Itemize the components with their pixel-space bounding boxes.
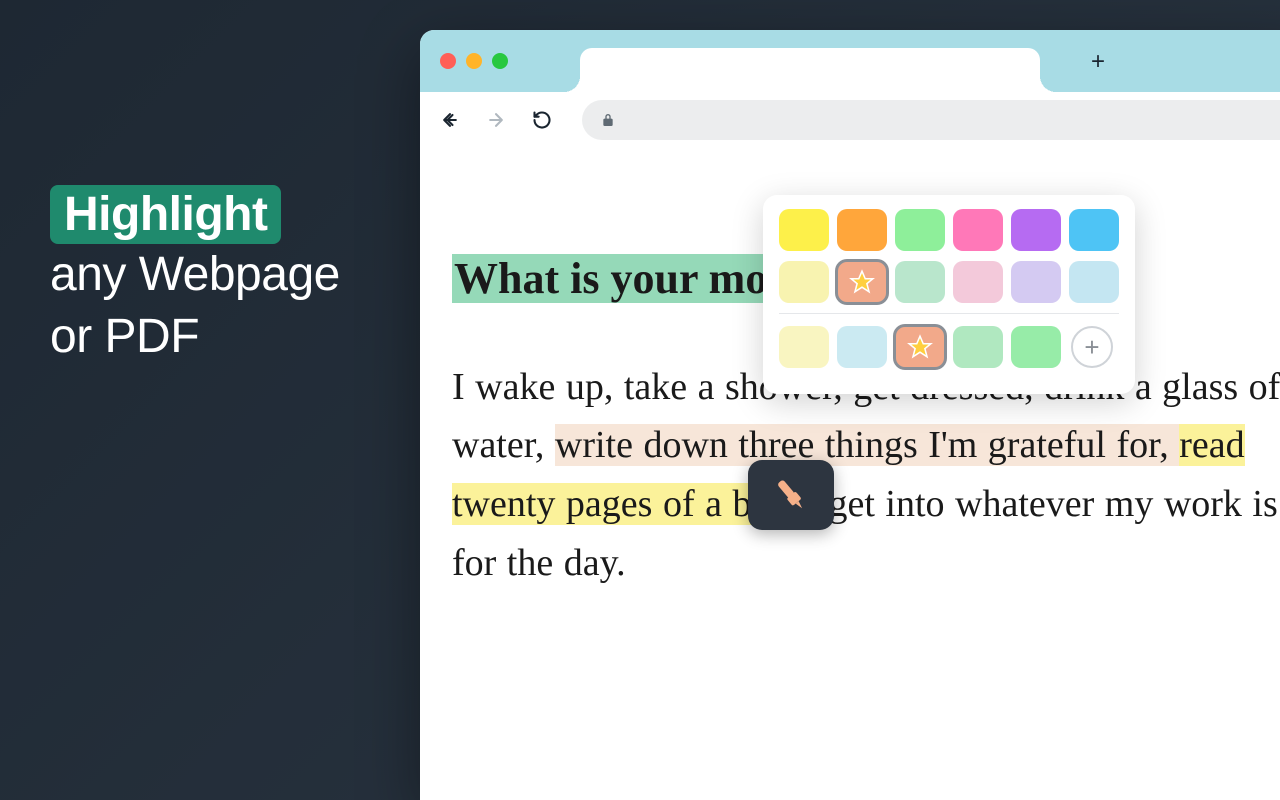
promo-headline: Highlight any Webpage or PDF <box>50 185 340 369</box>
reload-button[interactable] <box>528 106 556 134</box>
minimize-window-button[interactable] <box>466 53 482 69</box>
color-picker-popup: + <box>763 195 1135 394</box>
color-row-1 <box>779 209 1119 251</box>
promo-line-1: any Webpage <box>50 244 340 306</box>
browser-toolbar <box>420 92 1280 148</box>
promo-line-2: or PDF <box>50 306 340 368</box>
forward-button[interactable] <box>482 106 510 134</box>
browser-window: + What is your morning routine? I wake u… <box>420 30 1280 800</box>
color-swatch-light-green1[interactable] <box>953 326 1003 368</box>
color-swatch-pastel-green[interactable] <box>895 261 945 303</box>
color-row-3: + <box>779 326 1119 368</box>
add-color-button[interactable]: + <box>1071 326 1113 368</box>
active-tab[interactable] <box>580 48 1040 92</box>
color-swatch-star-peach[interactable] <box>837 261 887 303</box>
color-swatch-pastel-blue[interactable] <box>1069 261 1119 303</box>
color-swatch-pink[interactable] <box>953 209 1003 251</box>
browser-tab-bar: + <box>420 30 1280 92</box>
picker-divider <box>779 313 1119 314</box>
color-swatch-light-yellow[interactable] <box>779 326 829 368</box>
highlighter-icon <box>768 472 814 518</box>
color-swatch-pastel-yellow[interactable] <box>779 261 829 303</box>
color-swatch-yellow[interactable] <box>779 209 829 251</box>
lock-icon <box>600 112 616 128</box>
back-button[interactable] <box>436 106 464 134</box>
color-swatch-pastel-purple[interactable] <box>1011 261 1061 303</box>
color-swatch-blue[interactable] <box>1069 209 1119 251</box>
maximize-window-button[interactable] <box>492 53 508 69</box>
color-swatch-orange[interactable] <box>837 209 887 251</box>
window-controls <box>440 53 508 69</box>
color-row-2 <box>779 261 1119 303</box>
new-tab-button[interactable]: + <box>1086 50 1110 74</box>
address-bar[interactable] <box>582 100 1280 140</box>
color-swatch-green[interactable] <box>895 209 945 251</box>
highlighter-button[interactable] <box>748 460 834 530</box>
color-swatch-pastel-pink[interactable] <box>953 261 1003 303</box>
close-window-button[interactable] <box>440 53 456 69</box>
promo-highlight-word: Highlight <box>50 185 281 244</box>
color-swatch-purple[interactable] <box>1011 209 1061 251</box>
color-swatch-star-peach-2[interactable] <box>895 326 945 368</box>
color-swatch-light-green2[interactable] <box>1011 326 1061 368</box>
color-swatch-light-blue[interactable] <box>837 326 887 368</box>
highlight-peach[interactable]: write down three things I'm grateful for… <box>555 424 1179 466</box>
